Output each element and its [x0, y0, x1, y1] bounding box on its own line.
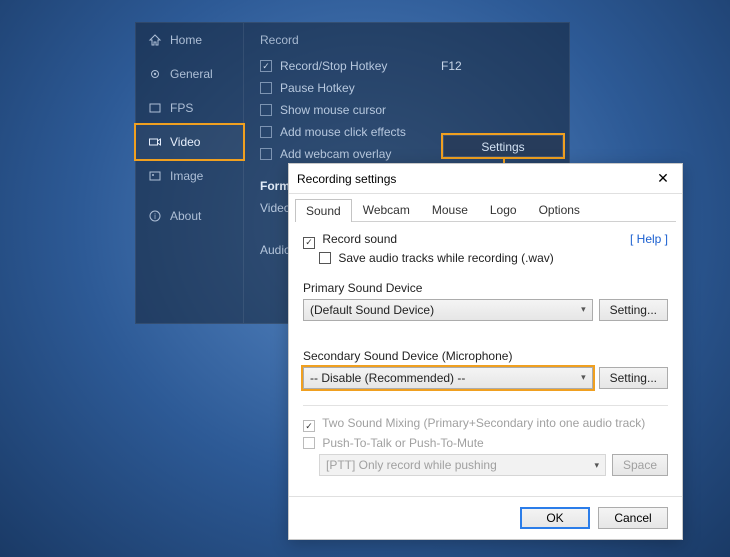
checkbox-label: Record sound: [322, 232, 397, 246]
checkbox-icon[interactable]: [303, 237, 315, 249]
tab-mouse[interactable]: Mouse: [421, 198, 479, 221]
primary-device-label: Primary Sound Device: [303, 281, 668, 295]
ptt-key-button: Space: [612, 454, 668, 476]
dialog-title: Recording settings: [297, 172, 396, 186]
sidebar-item-label: About: [170, 209, 201, 223]
ok-button[interactable]: OK: [520, 507, 590, 529]
sidebar: Home General FPS Video Image: [136, 23, 244, 323]
checkbox-two-sound-mixing: Two Sound Mixing (Primary+Secondary into…: [303, 416, 668, 433]
sidebar-item-fps[interactable]: FPS: [136, 91, 243, 125]
cancel-button[interactable]: Cancel: [598, 507, 668, 529]
checkbox-save-tracks[interactable]: Save audio tracks while recording (.wav): [303, 251, 668, 265]
disabled-group: Two Sound Mixing (Primary+Secondary into…: [303, 416, 668, 477]
sidebar-item-label: General: [170, 67, 213, 81]
secondary-setting-button[interactable]: Setting...: [599, 367, 668, 389]
record-section-title: Record: [260, 33, 553, 47]
checkbox-label: Save audio tracks while recording (.wav): [338, 251, 553, 265]
dialog-button-row: OK Cancel: [289, 496, 682, 539]
sidebar-item-label: Home: [170, 33, 202, 47]
tab-sound[interactable]: Sound: [295, 199, 352, 222]
svg-text:i: i: [154, 212, 156, 221]
option-show-mouse-cursor[interactable]: Show mouse cursor: [260, 99, 553, 121]
checkbox-icon[interactable]: [260, 82, 272, 94]
chevron-down-icon: ▾: [581, 304, 586, 315]
sidebar-item-image[interactable]: Image: [136, 159, 243, 193]
option-label: Show mouse cursor: [280, 103, 386, 117]
combo-value: (Default Sound Device): [310, 303, 434, 317]
sidebar-item-label: Video: [170, 135, 200, 149]
sidebar-item-home[interactable]: Home: [136, 23, 243, 57]
option-label: Add mouse click effects: [280, 125, 406, 139]
checkbox-icon[interactable]: [260, 60, 272, 72]
close-icon[interactable]: ✕: [652, 170, 674, 187]
gear-icon: [148, 67, 162, 81]
primary-setting-button[interactable]: Setting...: [599, 299, 668, 321]
option-pause-hotkey[interactable]: Pause Hotkey: [260, 77, 553, 99]
video-icon: [148, 135, 162, 149]
sidebar-item-label: Image: [170, 169, 203, 183]
info-icon: i: [148, 209, 162, 223]
recording-settings-dialog: Recording settings ✕ Sound Webcam Mouse …: [288, 163, 683, 540]
option-value: F12: [441, 59, 513, 73]
checkbox-label: Two Sound Mixing (Primary+Secondary into…: [322, 416, 645, 430]
checkbox-push-to-talk: Push-To-Talk or Push-To-Mute: [303, 436, 668, 450]
secondary-device-label: Secondary Sound Device (Microphone): [303, 349, 668, 363]
checkbox-icon[interactable]: [260, 104, 272, 116]
tab-webcam[interactable]: Webcam: [352, 198, 421, 221]
chevron-down-icon: ▾: [594, 460, 599, 471]
checkbox-icon: [303, 420, 315, 432]
fps-icon: [148, 101, 162, 115]
checkbox-icon: [303, 437, 315, 449]
combo-value: -- Disable (Recommended) --: [310, 371, 465, 385]
sidebar-item-label: FPS: [170, 101, 193, 115]
primary-device-combo[interactable]: (Default Sound Device) ▾: [303, 299, 593, 321]
sidebar-item-video[interactable]: Video: [136, 125, 243, 159]
checkbox-label: Push-To-Talk or Push-To-Mute: [322, 436, 483, 450]
tab-options[interactable]: Options: [528, 198, 591, 221]
option-label: Pause Hotkey: [280, 81, 355, 95]
option-label: Add webcam overlay: [280, 147, 391, 161]
secondary-device-combo[interactable]: -- Disable (Recommended) -- ▾: [303, 367, 593, 389]
checkbox-icon[interactable]: [260, 126, 272, 138]
combo-value: [PTT] Only record while pushing: [326, 458, 497, 472]
help-link[interactable]: [ Help ]: [630, 232, 668, 246]
dialog-titlebar: Recording settings ✕: [289, 164, 682, 194]
checkbox-icon[interactable]: [319, 252, 331, 264]
checkbox-icon[interactable]: [260, 148, 272, 160]
sidebar-item-general[interactable]: General: [136, 57, 243, 91]
dialog-body: [ Help ] Record sound Save audio tracks …: [289, 222, 682, 484]
separator: [303, 405, 668, 406]
settings-button[interactable]: Settings: [443, 135, 563, 157]
option-label: Record/Stop Hotkey: [280, 59, 387, 73]
tab-logo[interactable]: Logo: [479, 198, 528, 221]
image-icon: [148, 169, 162, 183]
ptt-mode-combo: [PTT] Only record while pushing ▾: [319, 454, 606, 476]
checkbox-record-sound[interactable]: Record sound: [303, 232, 668, 249]
tab-bar: Sound Webcam Mouse Logo Options: [295, 198, 676, 222]
option-record-stop-hotkey[interactable]: Record/Stop Hotkey F12: [260, 55, 553, 77]
home-icon: [148, 33, 162, 47]
chevron-down-icon: ▾: [581, 372, 586, 383]
sidebar-item-about[interactable]: i About: [136, 199, 243, 233]
